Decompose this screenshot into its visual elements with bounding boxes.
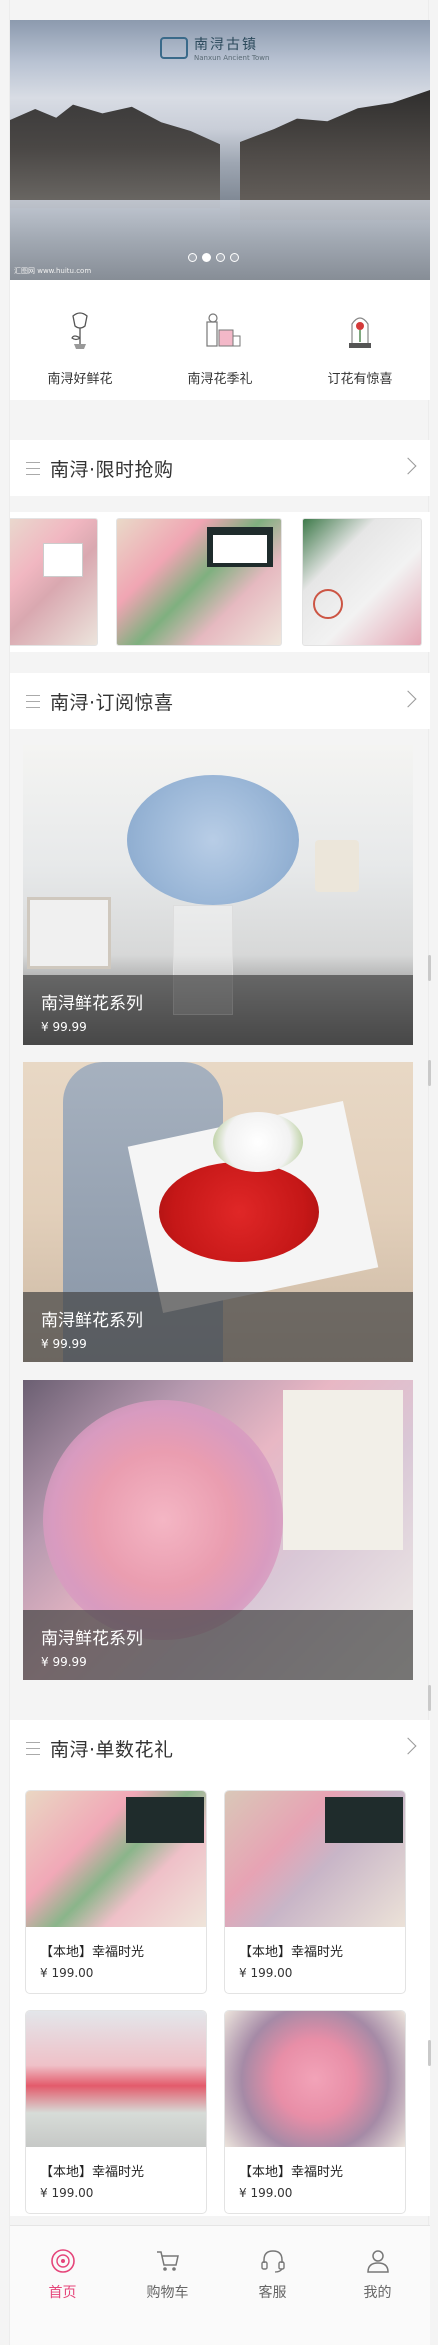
section-title: 南浔·限时抢购 (50, 458, 174, 481)
logo-subtext: Nanxun Ancient Town (194, 54, 270, 62)
lamp-prop (315, 840, 359, 892)
product-card[interactable]: 【本地】幸福时光 ¥ 199.00 (224, 2010, 406, 2214)
section-title: 南浔·单数花礼 (50, 1738, 174, 1761)
product-name: 【本地】幸福时光 (239, 2165, 344, 2180)
carousel-dot-active[interactable] (202, 253, 211, 262)
calendar-prop (213, 535, 267, 563)
tab-label: 首页 (48, 2285, 77, 2301)
product-price: ¥ 199.00 (40, 1966, 94, 1980)
flash-sale-carousel[interactable] (10, 512, 430, 652)
chevron-right-icon[interactable] (399, 1737, 417, 1755)
calendar-prop (126, 1797, 204, 1843)
subscribe-card-info: 南浔鲜花系列 ¥ 99.99 (23, 1292, 413, 1362)
user-icon (365, 2248, 391, 2274)
quick-nav-fresh-flowers[interactable]: 南浔好鲜花 (10, 280, 150, 400)
subscribe-card-price: ¥ 99.99 (41, 1337, 87, 1351)
hydrangea-image (127, 775, 299, 905)
tab-cart[interactable]: 购物车 (115, 2226, 220, 2345)
logo-mark-icon (160, 37, 188, 59)
product-name: 【本地】幸福时光 (40, 2165, 145, 2180)
calendar-prop (43, 543, 83, 577)
section-decor-icon (26, 1741, 40, 1755)
quick-nav-label: 南浔好鲜花 (47, 372, 113, 387)
tab-home[interactable]: 首页 (10, 2226, 115, 2345)
lily-image (213, 1112, 303, 1172)
section-single-header[interactable]: 南浔·单数花礼 (10, 1720, 430, 1776)
carousel-dot[interactable] (188, 253, 197, 262)
scissors-prop (313, 589, 343, 619)
banner-image-left-houses (10, 104, 220, 208)
scrollbar-thumb[interactable] (428, 2040, 431, 2066)
flash-sale-card[interactable] (302, 518, 422, 646)
banner-copyright: 汇图网 www.huitu.com (14, 267, 92, 275)
product-card[interactable]: 【本地】幸福时光 ¥ 199.00 (224, 1790, 406, 1994)
bottom-tabbar: 首页 购物车 客服 我的 (10, 2225, 430, 2345)
section-decor-icon (26, 461, 40, 475)
frame-prop (27, 897, 111, 969)
flash-sale-card[interactable] (10, 518, 98, 646)
quick-nav-label: 南浔花季礼 (187, 372, 253, 387)
subscribe-card-name: 南浔鲜花系列 (41, 1629, 143, 1649)
card-prop (283, 1390, 403, 1550)
gift-icon (203, 310, 241, 350)
flower-icon (63, 310, 97, 350)
hero-banner[interactable]: 南浔古镇 Nanxun Ancient Town 汇图网 www.huitu.c… (10, 20, 430, 280)
section-decor-icon (26, 694, 40, 708)
product-image (225, 1791, 405, 1927)
subscribe-card-price: ¥ 99.99 (41, 1020, 87, 1034)
quick-nav: 南浔好鲜花 南浔花季礼 订花有惊喜 (10, 280, 430, 400)
product-price: ¥ 199.00 (239, 1966, 293, 1980)
tab-label: 客服 (258, 2285, 287, 2301)
tab-label: 购物车 (146, 2285, 189, 2301)
product-card[interactable]: 【本地】幸福时光 ¥ 199.00 (25, 2010, 207, 2214)
quick-nav-label: 订花有惊喜 (327, 372, 393, 387)
section-title: 南浔·订阅惊喜 (50, 691, 174, 714)
rose-dome-icon (343, 310, 377, 350)
banner-logo: 南浔古镇 Nanxun Ancient Town (160, 34, 269, 62)
subscribe-card[interactable]: 南浔鲜花系列 ¥ 99.99 (23, 1062, 413, 1362)
scrollbar-thumb[interactable] (428, 1060, 431, 1086)
scrollbar-thumb[interactable] (428, 1685, 431, 1711)
calendar-prop (325, 1797, 403, 1843)
carousel-dot[interactable] (230, 253, 239, 262)
product-price: ¥ 199.00 (40, 2186, 94, 2200)
product-price: ¥ 199.00 (239, 2186, 293, 2200)
section-subscribe-header[interactable]: 南浔·订阅惊喜 (10, 673, 430, 729)
subscribe-card-info: 南浔鲜花系列 ¥ 99.99 (23, 975, 413, 1045)
subscribe-card-info: 南浔鲜花系列 ¥ 99.99 (23, 1610, 413, 1680)
carousel-dot[interactable] (216, 253, 225, 262)
rose-bouquet-image (43, 1400, 283, 1640)
headset-icon (260, 2248, 286, 2274)
home-icon (50, 2248, 76, 2274)
quick-nav-season-gifts[interactable]: 南浔花季礼 (150, 280, 290, 400)
app-frame: 南浔古镇 Nanxun Ancient Town 汇图网 www.huitu.c… (9, 0, 431, 2345)
scrollbar-thumb[interactable] (428, 955, 431, 981)
flash-sale-card[interactable] (116, 518, 282, 646)
subscribe-card[interactable]: 南浔鲜花系列 ¥ 99.99 (23, 745, 413, 1045)
product-name: 【本地】幸福时光 (239, 1945, 344, 1960)
carnation-bouquet-image (159, 1162, 319, 1262)
subscribe-card-name: 南浔鲜花系列 (41, 994, 143, 1014)
tab-label: 我的 (363, 2285, 392, 2301)
logo-text: 南浔古镇 (194, 37, 258, 53)
product-name: 【本地】幸福时光 (40, 1945, 145, 1960)
tab-service[interactable]: 客服 (220, 2226, 325, 2345)
product-image (26, 2011, 206, 2147)
tab-profile[interactable]: 我的 (325, 2226, 430, 2345)
subscribe-card[interactable]: 南浔鲜花系列 ¥ 99.99 (23, 1380, 413, 1680)
section-flash-header[interactable]: 南浔·限时抢购 (10, 440, 430, 496)
subscribe-card-price: ¥ 99.99 (41, 1655, 87, 1669)
subscribe-card-name: 南浔鲜花系列 (41, 1311, 143, 1331)
product-image (26, 1791, 206, 1927)
carousel-dots (188, 253, 239, 262)
cart-icon (155, 2248, 181, 2274)
product-image (225, 2011, 405, 2147)
chevron-right-icon[interactable] (399, 457, 417, 475)
chevron-right-icon[interactable] (399, 690, 417, 708)
product-card[interactable]: 【本地】幸福时光 ¥ 199.00 (25, 1790, 207, 1994)
quick-nav-surprise[interactable]: 订花有惊喜 (290, 280, 430, 400)
